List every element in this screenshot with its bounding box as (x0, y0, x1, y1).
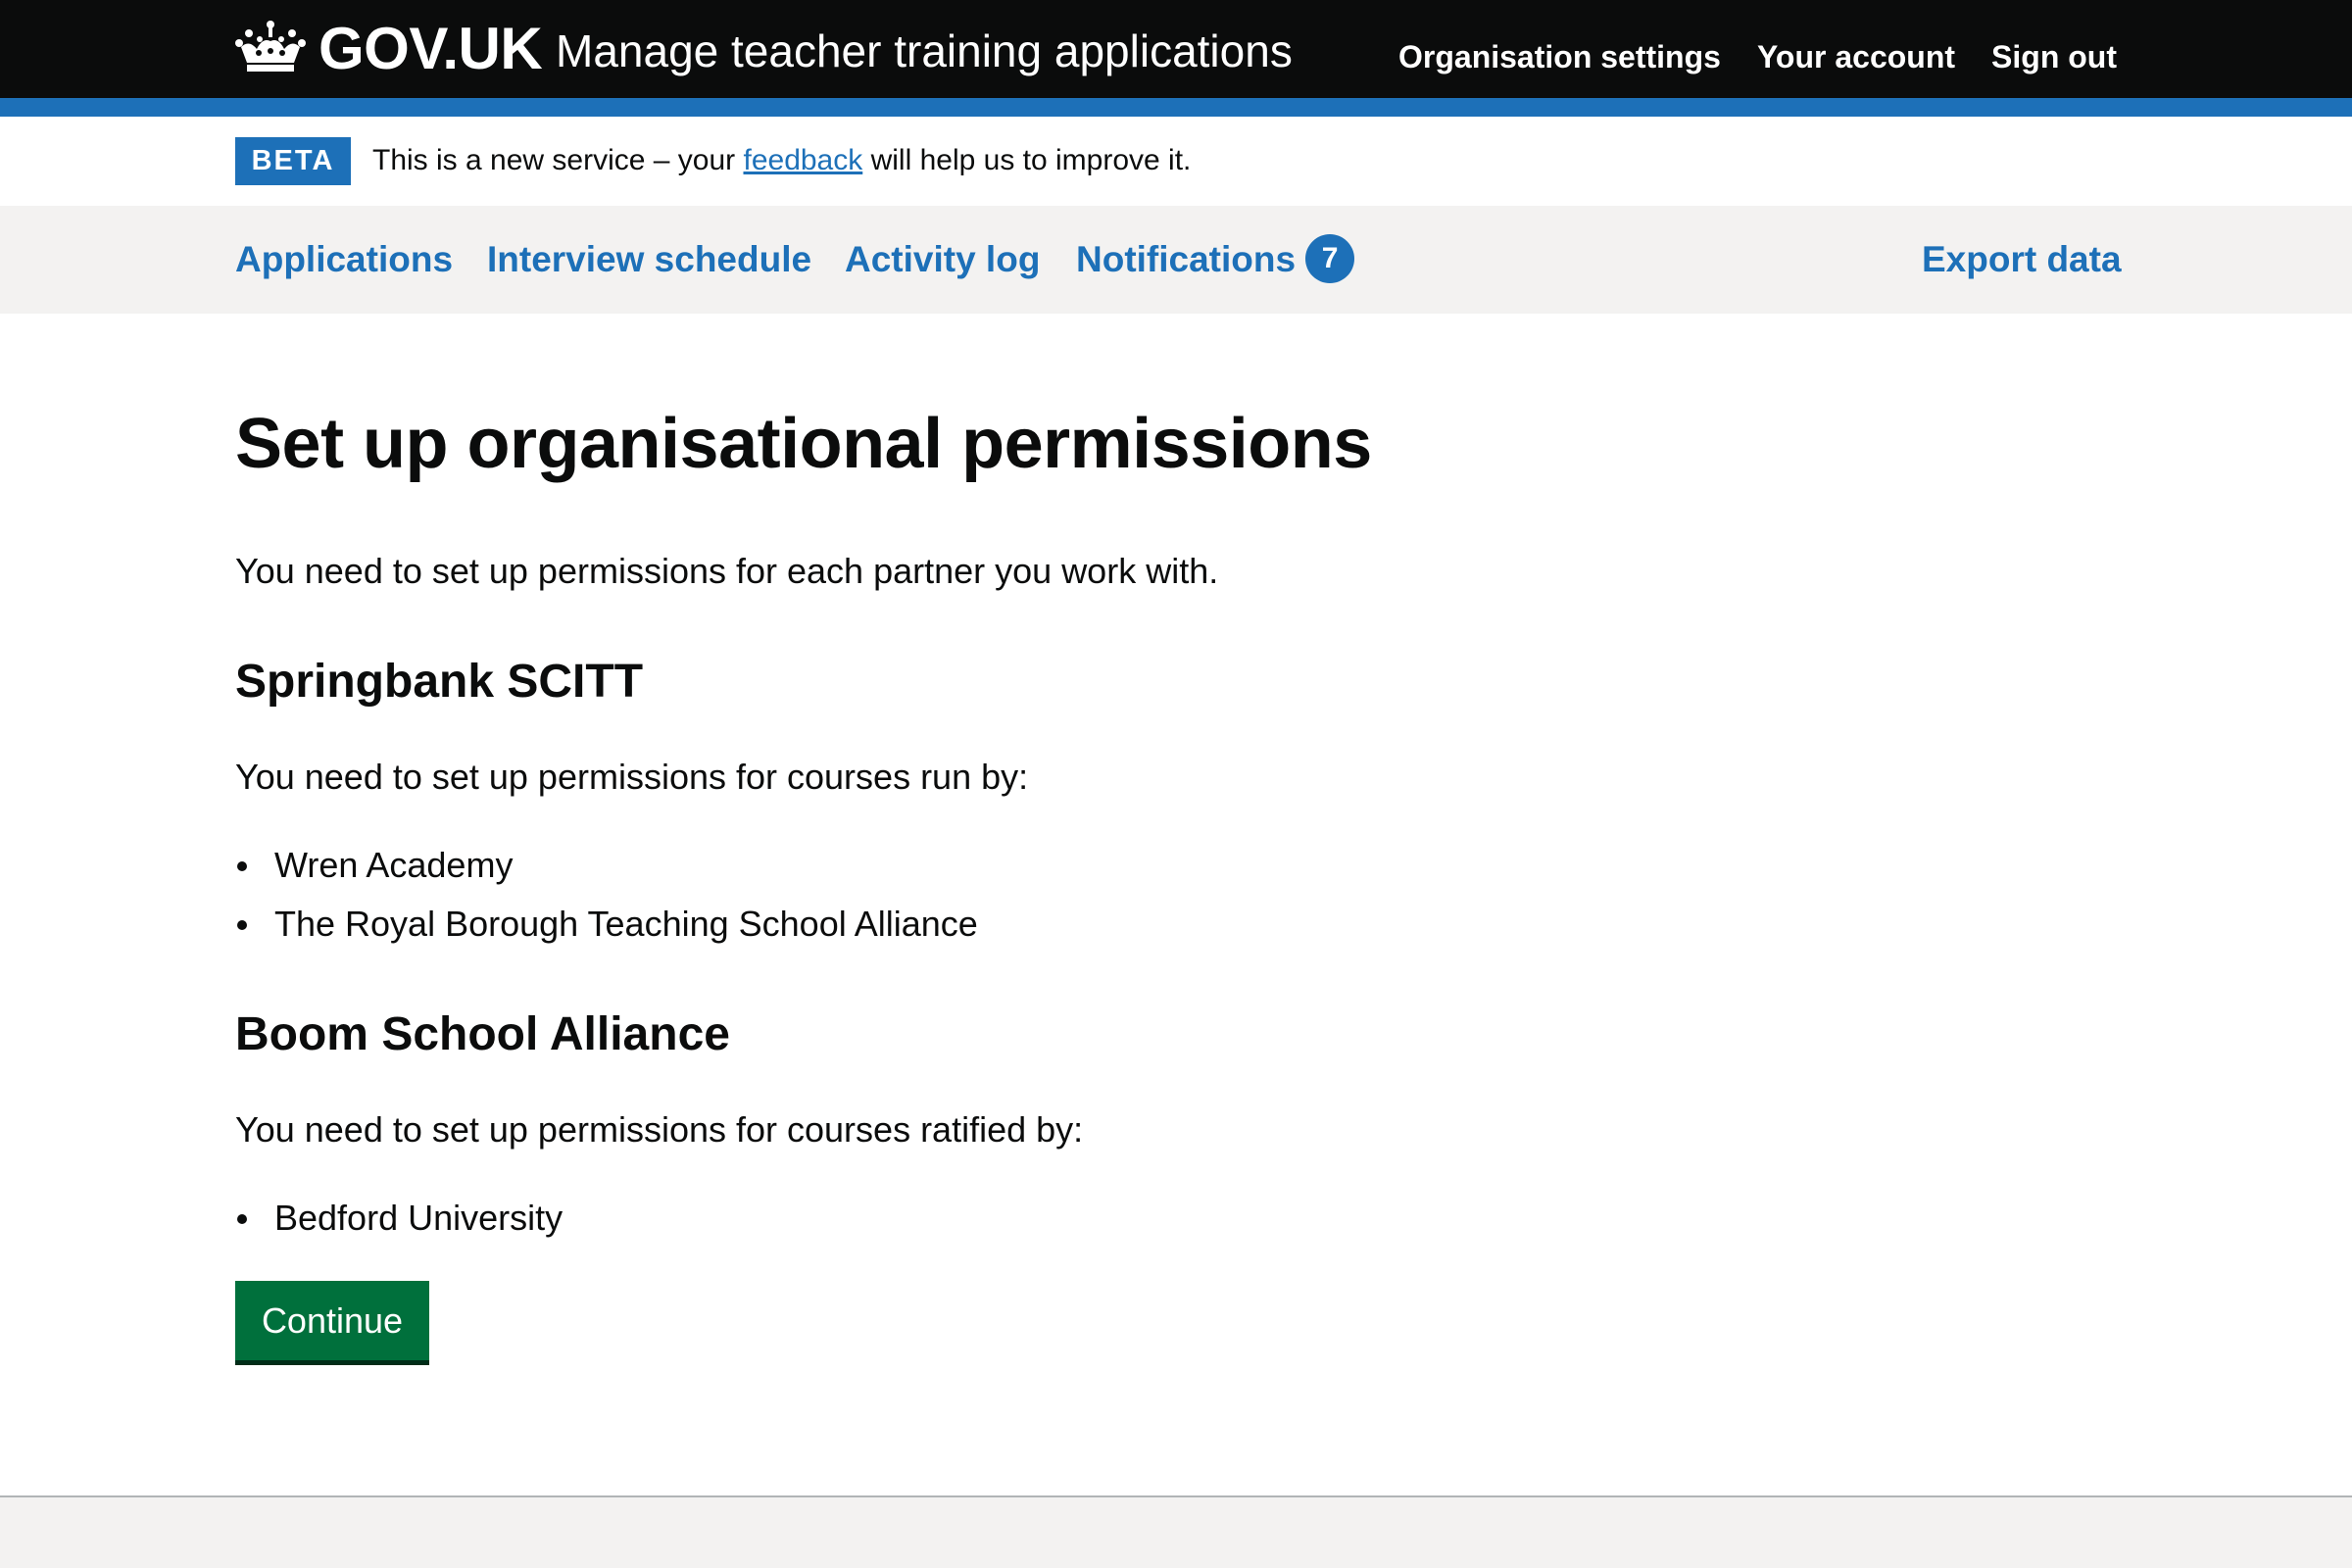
govuk-logotype[interactable]: GOV.UK (318, 14, 543, 84)
section-heading-springbank: Springbank SCITT (235, 656, 644, 708)
sign-out-link[interactable]: Sign out (1991, 37, 2117, 76)
header-blue-bar (0, 98, 2352, 117)
nav-notifications-label: Notifications (1076, 239, 1297, 279)
phase-text-after: will help us to improve it. (862, 144, 1192, 176)
boom-partner-list: Bedford University (235, 1189, 563, 1248)
service-name[interactable]: Manage teacher training applications (556, 24, 1293, 78)
header-navigation: Organisation settings Your account Sign … (1398, 37, 2117, 76)
notifications-count-badge: 7 (1305, 234, 1355, 284)
site-footer (0, 1495, 2352, 1568)
nav-export-data[interactable]: Export data (1922, 237, 2122, 282)
organisation-settings-link[interactable]: Organisation settings (1398, 37, 1721, 76)
phase-text-before: This is a new service – your (372, 144, 744, 176)
continue-button[interactable]: Continue (235, 1281, 429, 1360)
phase-banner-text: This is a new service – your feedback wi… (372, 141, 1191, 180)
page-title: Set up organisational permissions (235, 405, 1372, 483)
phase-banner: BETA This is a new service – your feedba… (0, 117, 2352, 206)
list-item: Bedford University (235, 1189, 563, 1248)
nav-notifications[interactable]: Notifications 7 (1076, 234, 1355, 286)
nav-activity-log[interactable]: Activity log (845, 237, 1040, 282)
primary-navigation: Applications Interview schedule Activity… (0, 206, 2352, 314)
section-heading-boom: Boom School Alliance (235, 1008, 730, 1060)
beta-tag: BETA (235, 137, 351, 185)
your-account-link[interactable]: Your account (1757, 37, 1955, 76)
nav-applications[interactable]: Applications (235, 237, 453, 282)
list-item: Wren Academy (235, 836, 978, 895)
springbank-partner-list: Wren Academy The Royal Borough Teaching … (235, 836, 978, 954)
crown-icon[interactable] (235, 20, 306, 73)
section-text-boom: You need to set up permissions for cours… (235, 1109, 1084, 1150)
site-header: GOV.UK Manage teacher training applicati… (0, 0, 2352, 98)
feedback-link[interactable]: feedback (743, 144, 862, 176)
nav-interview-schedule[interactable]: Interview schedule (487, 237, 811, 282)
intro-text: You need to set up permissions for each … (235, 551, 1219, 591)
list-item: The Royal Borough Teaching School Allian… (235, 895, 978, 954)
section-text-springbank: You need to set up permissions for cours… (235, 757, 1029, 797)
